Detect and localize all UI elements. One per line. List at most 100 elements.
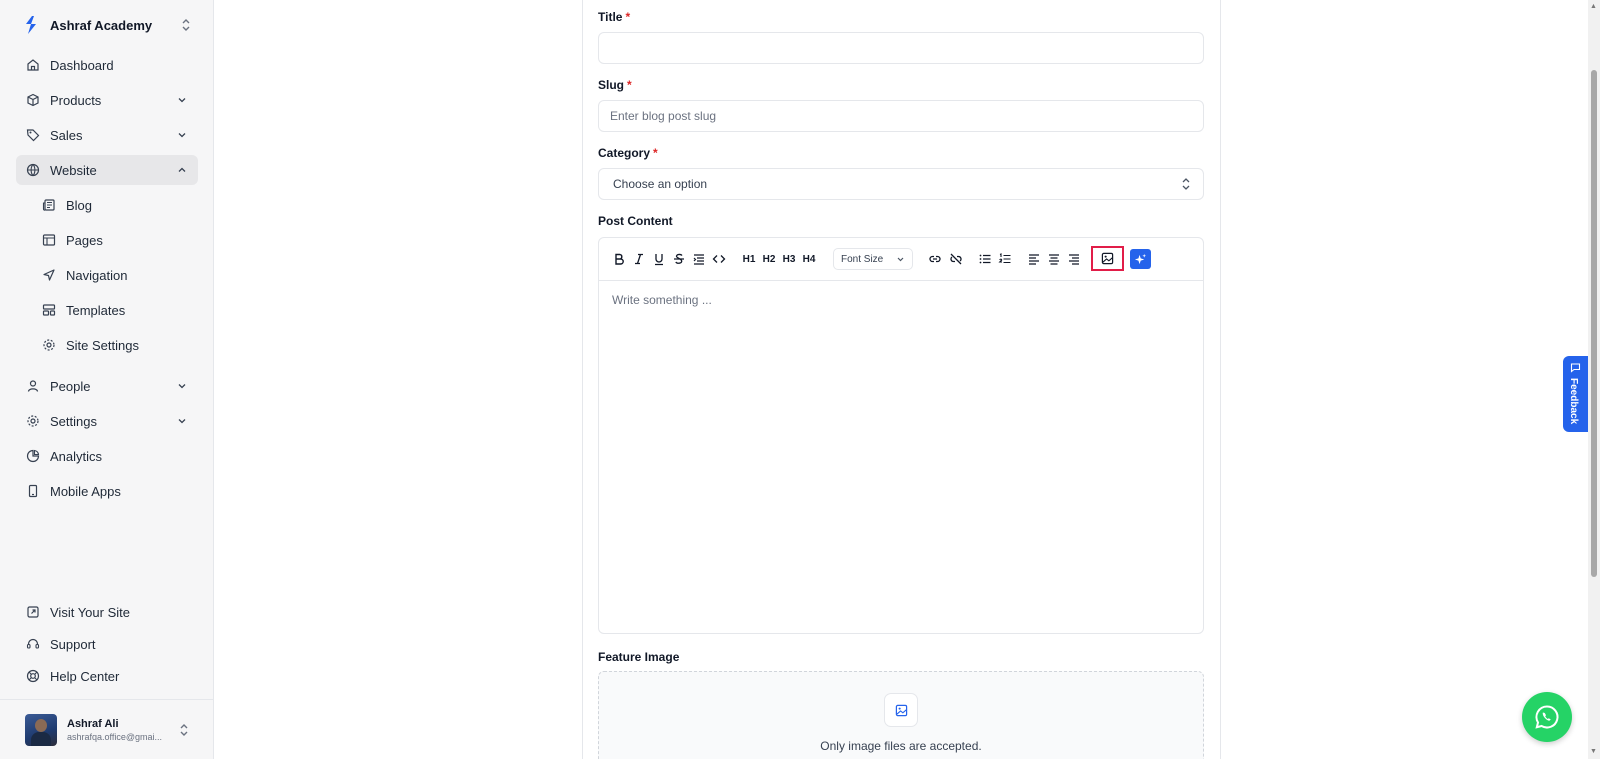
chevron-down-icon [178,98,186,103]
unlink-button[interactable] [946,249,966,269]
sidebar-item-website[interactable]: Website [16,155,198,185]
sidebar-item-label: Navigation [66,267,128,283]
workspace-switcher[interactable]: Ashraf Academy [24,14,192,36]
sidebar-item-label: Website [50,162,97,178]
pie-chart-icon [26,449,40,463]
heading-4-label: H4 [802,253,816,265]
underline-button[interactable] [649,249,669,269]
sidebar-item-pages[interactable]: Pages [16,225,198,255]
user-name: Ashraf Ali [67,717,119,730]
numbered-list-icon [998,253,1011,264]
ai-assist-button[interactable] [1130,249,1151,269]
indent-button[interactable] [689,249,709,269]
sidebar-item-label: Dashboard [50,57,114,73]
code-button[interactable] [709,249,729,269]
image-icon [895,704,907,716]
mobile-icon [28,484,38,498]
message-icon [1570,363,1581,373]
globe-icon [26,163,40,177]
slug-input[interactable] [599,101,1203,131]
sidebar-item-label: People [50,378,91,394]
sidebar-item-settings[interactable]: Settings [16,406,198,436]
bold-icon [615,253,624,265]
user-menu[interactable]: Ashraf Ali ashrafqa.office@gmai... [0,699,214,759]
link-button[interactable] [925,249,945,269]
navigation-icon [43,269,55,281]
align-right-icon [1069,254,1079,265]
heading-4-button[interactable]: H4 [799,249,819,269]
tag-icon [26,129,40,142]
avatar [25,713,57,746]
chevron-down-icon [897,257,904,261]
underline-icon [655,254,663,266]
bullet-list-button[interactable] [975,249,995,269]
image-icon [1101,252,1114,265]
align-center-button[interactable] [1044,249,1064,269]
scrollbar-thumb[interactable] [1591,70,1597,577]
title-field [598,32,1204,64]
sidebar-item-label: Site Settings [66,337,139,353]
sidebar-item-products[interactable]: Products [16,85,198,115]
help-center-link[interactable]: Help Center [16,661,198,691]
required-mark: * [653,146,658,160]
lifebuoy-icon [26,669,40,683]
sidebar-item-navigation[interactable]: Navigation [16,260,198,290]
strikethrough-icon [674,253,684,264]
feedback-label: Feedback [1568,378,1579,425]
sidebar: Ashraf Academy Dashboard Products Sales … [0,0,214,759]
align-right-button[interactable] [1064,249,1084,269]
heading-1-button[interactable]: H1 [739,249,759,269]
whatsapp-chat-button[interactable] [1522,692,1572,742]
category-selected-value: Choose an option [613,177,708,191]
sidebar-item-analytics[interactable]: Analytics [16,441,198,471]
editor-content-area[interactable]: Write something ... [599,281,1203,633]
sparkles-icon [1134,253,1147,264]
font-size-select[interactable]: Font Size [833,248,913,270]
required-mark: * [627,78,632,92]
feature-image-hint: Only image files are accepted. [820,739,982,753]
box-icon [27,93,39,107]
user-icon [27,380,39,392]
scroll-up-arrow-icon[interactable]: ▲ [1590,3,1597,10]
feature-image-dropzone[interactable]: Only image files are accepted. [598,671,1204,759]
visit-site-label: Visit Your Site [50,604,130,620]
align-left-icon [1029,254,1039,265]
sidebar-item-people[interactable]: People [16,371,198,401]
feedback-tab[interactable]: Feedback [1563,356,1588,432]
gear-icon [43,339,55,351]
heading-3-button[interactable]: H3 [779,249,799,269]
sidebar-item-dashboard[interactable]: Dashboard [16,50,198,80]
chevron-up-icon [178,167,186,172]
sidebar-item-mobile-apps[interactable]: Mobile Apps [16,476,198,506]
page-scrollbar[interactable]: ▲ ▼ [1588,0,1600,759]
post-content-label: Post Content [598,214,673,228]
slug-field [598,100,1204,132]
bold-button[interactable] [609,249,629,269]
sidebar-item-site-settings[interactable]: Site Settings [16,330,198,360]
category-select[interactable]: Choose an option [598,168,1204,200]
visit-site-link[interactable]: Visit Your Site [16,597,198,627]
user-email: ashrafqa.office@gmai... [67,731,163,742]
heading-3-label: H3 [782,253,796,265]
brand-logo-icon [26,16,36,34]
title-input[interactable] [599,33,1203,63]
external-link-icon [27,606,39,618]
required-mark: * [625,10,631,24]
support-link[interactable]: Support [16,629,198,659]
align-left-button[interactable] [1024,249,1044,269]
image-button[interactable] [1091,246,1124,271]
sidebar-item-blog[interactable]: Blog [16,190,198,220]
numbered-list-button[interactable] [995,249,1015,269]
sidebar-item-sales[interactable]: Sales [16,120,198,150]
sidebar-nav: Dashboard Products Sales Website Blog Pa… [16,50,198,511]
strikethrough-button[interactable] [669,249,689,269]
link-icon [929,255,941,263]
sidebar-item-templates[interactable]: Templates [16,295,198,325]
chevron-updown-icon [182,19,190,31]
italic-button[interactable] [629,249,649,269]
heading-2-label: H2 [762,253,776,265]
scroll-down-arrow-icon[interactable]: ▼ [1590,748,1597,755]
heading-2-button[interactable]: H2 [759,249,779,269]
sidebar-item-label: Blog [66,197,93,213]
whatsapp-icon [1535,705,1559,729]
